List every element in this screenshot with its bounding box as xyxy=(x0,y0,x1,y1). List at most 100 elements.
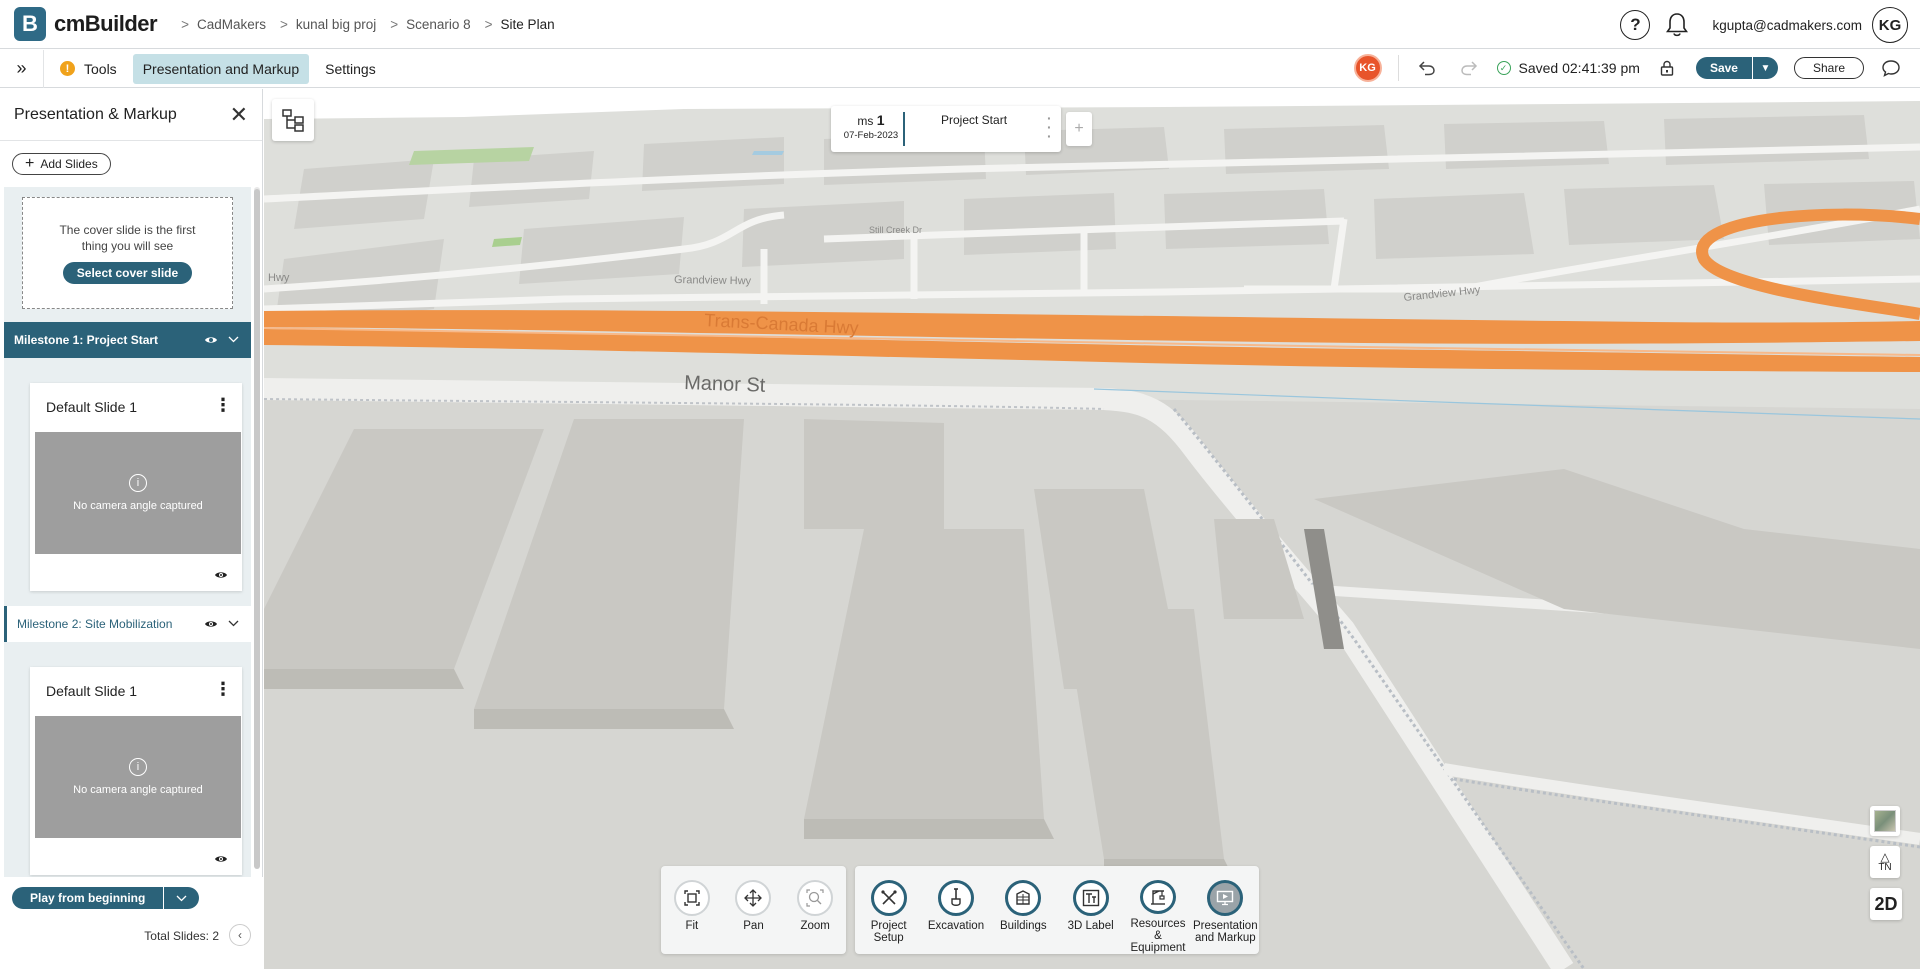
presentation-markup-tool[interactable]: Presentation and Markup xyxy=(1193,880,1258,954)
redo-icon[interactable] xyxy=(1455,54,1483,82)
save-button[interactable]: Save xyxy=(1695,57,1752,79)
breadcrumb-label: Site Plan xyxy=(500,16,555,32)
chevron-left-icon[interactable]: ‹ xyxy=(229,924,251,946)
tool-label: Buildings xyxy=(999,920,1047,932)
breadcrumb: > CadMakers > kunal big proj > Scenario 8 >… xyxy=(181,17,569,32)
collaborator-badge[interactable]: KG xyxy=(1353,54,1382,82)
add-milestone-button[interactable]: + xyxy=(1066,112,1092,146)
settings-menu[interactable]: Settings xyxy=(315,54,386,84)
close-icon[interactable]: ✕ xyxy=(230,102,248,128)
chevron-right-icon: > xyxy=(484,16,493,32)
breadcrumb-item-current: > Site Plan xyxy=(485,17,555,32)
eye-icon[interactable] xyxy=(204,617,218,632)
map-viewport[interactable]: Grandview Hwy Grandview Hwy Still Creek … xyxy=(264,89,1920,969)
scrollbar-thumb[interactable] xyxy=(254,189,260,869)
panel-header: Presentation & Markup ✕ xyxy=(0,89,262,141)
main-toolbar: » ! Tools Presentation and Markup Settin… xyxy=(0,49,1920,88)
breadcrumb-item[interactable]: > Scenario 8 xyxy=(390,17,470,32)
milestone-label: Milestone 2: Site Mobilization xyxy=(17,617,173,631)
play-from-beginning-button[interactable]: Play from beginning xyxy=(12,887,164,909)
milestone-header[interactable]: Milestone 2: Site Mobilization xyxy=(4,606,251,642)
chevron-down-icon[interactable] xyxy=(228,618,239,630)
milestone-actions xyxy=(204,617,239,632)
divider xyxy=(1397,55,1399,81)
help-icon[interactable]: ? xyxy=(1620,10,1651,40)
fit-tool[interactable]: Fit xyxy=(663,880,721,954)
crane-icon xyxy=(1139,880,1176,914)
lock-icon[interactable] xyxy=(1654,55,1680,81)
breadcrumb-item[interactable]: > CadMakers xyxy=(181,17,266,32)
shovel-icon xyxy=(937,880,974,916)
cover-slide-text: The cover slide is the first thing you w… xyxy=(59,223,196,253)
slides-list[interactable]: The cover slide is the first thing you w… xyxy=(4,187,251,877)
chevron-down-icon[interactable] xyxy=(163,887,200,909)
info-icon: i xyxy=(129,758,147,776)
user-email[interactable]: kgupta@cadmakers.com xyxy=(1712,18,1862,33)
select-cover-slide-button[interactable]: Select cover slide xyxy=(62,262,193,284)
north-button[interactable]: △ TN xyxy=(1870,846,1900,878)
avatar[interactable]: KG xyxy=(1872,7,1908,43)
info-icon: i xyxy=(129,474,147,492)
milestone-actions xyxy=(204,333,239,348)
share-button[interactable]: Share xyxy=(1793,57,1864,79)
tools-label: Tools xyxy=(84,60,117,77)
breadcrumb-label: CadMakers xyxy=(196,16,267,32)
map-street-label: Hwy xyxy=(268,272,290,284)
resources-equipment-tool[interactable]: Resources & Equipment xyxy=(1129,880,1187,954)
zoom-tool[interactable]: Zoom xyxy=(786,880,844,954)
project-setup-tool[interactable]: Project Setup xyxy=(860,880,918,954)
add-slides-button[interactable]: + Add Slides xyxy=(12,153,111,175)
slide-title: Default Slide 1 xyxy=(46,399,138,415)
kebab-menu-icon[interactable]: ⋮ xyxy=(214,679,232,700)
milestone-name: Project Start xyxy=(941,113,1008,127)
tools-menu[interactable]: ! Tools xyxy=(50,54,127,84)
kebab-menu-icon[interactable]: · · · xyxy=(1047,111,1053,143)
milestone-num: 1 xyxy=(876,112,885,128)
pan-icon xyxy=(735,880,772,916)
eye-icon[interactable] xyxy=(214,852,228,867)
slide-title: Default Slide 1 xyxy=(46,683,138,699)
navigation-toolbar: Fit Pan Zoom xyxy=(661,866,846,954)
logo-mark: B xyxy=(14,7,46,41)
pan-tool[interactable]: Pan xyxy=(724,880,782,954)
slide-card[interactable]: Default Slide 1 ⋮ i No camera angle capt… xyxy=(30,667,242,875)
excavation-tool[interactable]: Excavation xyxy=(927,880,985,954)
expand-panel-icon[interactable]: » xyxy=(0,49,44,88)
play-split-button: Play from beginning xyxy=(12,887,200,909)
slide-card[interactable]: Default Slide 1 ⋮ i No camera angle capt… xyxy=(30,383,242,591)
panel-title: Presentation & Markup xyxy=(14,105,177,123)
text-label-icon xyxy=(1072,880,1109,916)
app-logo[interactable]: B cmBuilder xyxy=(14,7,158,41)
bell-icon[interactable] xyxy=(1664,10,1690,40)
tool-label: Project Setup xyxy=(870,920,907,944)
breadcrumb-item[interactable]: > kunal big proj xyxy=(280,17,376,32)
milestone-number: ms 1 xyxy=(839,112,903,128)
view-mode-toggle[interactable]: 2D xyxy=(1870,888,1902,920)
total-slides: Total Slides: 2 xyxy=(144,929,219,943)
fit-icon xyxy=(673,880,710,916)
north-label: TN xyxy=(1878,861,1892,873)
hierarchy-tree-button[interactable] xyxy=(272,99,314,141)
milestone-tab[interactable]: ms 1 07-Feb-2023 Project Start · · · xyxy=(831,106,1061,152)
presentation-markup-menu[interactable]: Presentation and Markup xyxy=(132,53,310,84)
buildings-tool[interactable]: Buildings xyxy=(994,880,1052,954)
hierarchy-icon xyxy=(282,109,304,132)
milestone-header[interactable]: Milestone 1: Project Start xyxy=(4,322,251,358)
comment-icon[interactable] xyxy=(1880,57,1902,79)
eye-icon[interactable] xyxy=(214,568,228,583)
view-controls: △ TN 2D xyxy=(1870,806,1904,920)
saved-text: Saved 02:41:39 pm xyxy=(1518,60,1640,76)
plus-icon: + xyxy=(25,155,35,172)
satellite-toggle[interactable] xyxy=(1870,806,1900,836)
presentation-icon xyxy=(1207,880,1244,916)
tool-label: Fit xyxy=(685,920,699,932)
undo-icon[interactable] xyxy=(1413,54,1441,82)
building-icon xyxy=(1005,880,1042,916)
chevron-down-icon[interactable] xyxy=(228,334,239,346)
eye-icon[interactable] xyxy=(204,333,218,348)
chevron-down-icon[interactable]: ▼ xyxy=(1751,57,1778,79)
milestone-prefix: ms xyxy=(857,114,874,128)
3d-label-tool[interactable]: 3D Label xyxy=(1062,880,1120,954)
zoom-icon xyxy=(797,880,834,916)
kebab-menu-icon[interactable]: ⋮ xyxy=(214,395,232,416)
